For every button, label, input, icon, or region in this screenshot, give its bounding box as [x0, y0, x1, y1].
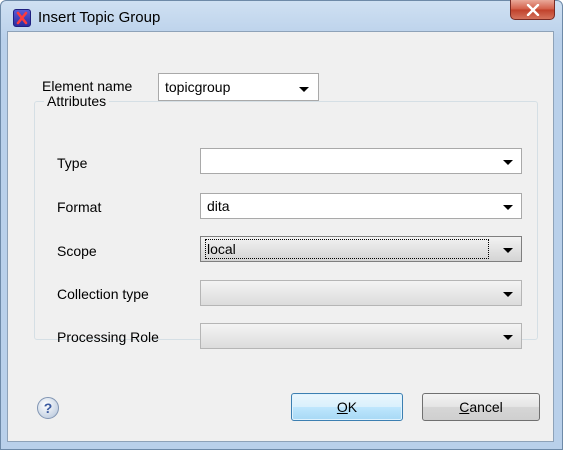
ok-button[interactable]: OK: [291, 393, 403, 421]
attributes-group-title: Attributes: [44, 93, 110, 109]
title-bar: Insert Topic Group: [1, 0, 562, 33]
element-name-label: Element name: [42, 78, 133, 94]
type-combo[interactable]: [200, 148, 522, 174]
ok-label: K: [347, 399, 358, 415]
window-title: Insert Topic Group: [38, 9, 161, 26]
element-name-combo[interactable]: topicgroup: [158, 73, 319, 101]
chevron-down-icon: [503, 160, 513, 165]
chevron-down-icon: [503, 335, 513, 340]
oxygen-app-icon: [13, 9, 31, 27]
close-icon: [526, 4, 540, 16]
collection-type-combo[interactable]: [200, 280, 522, 306]
chevron-down-icon: [503, 292, 513, 297]
cancel-button[interactable]: Cancel: [422, 393, 540, 421]
chevron-down-icon: [503, 205, 513, 210]
scope-label: Scope: [57, 243, 97, 259]
element-name-value: topicgroup: [165, 79, 231, 95]
scope-value: local: [205, 239, 489, 259]
collection-type-label: Collection type: [57, 286, 149, 302]
processing-role-label: Processing Role: [57, 329, 159, 345]
close-button[interactable]: [510, 0, 555, 20]
format-label: Format: [57, 199, 102, 215]
format-value: dita: [207, 198, 230, 214]
scope-combo[interactable]: local: [200, 236, 522, 262]
ok-accelerator: O: [336, 399, 348, 415]
cancel-label: ancel: [469, 399, 503, 415]
help-icon[interactable]: ?: [37, 397, 59, 419]
processing-role-combo[interactable]: [200, 323, 522, 349]
chevron-down-icon: [503, 248, 513, 253]
cancel-accelerator: C: [459, 399, 470, 415]
chevron-down-icon: [299, 87, 309, 92]
format-combo[interactable]: dita: [200, 193, 522, 219]
type-label: Type: [57, 155, 88, 171]
